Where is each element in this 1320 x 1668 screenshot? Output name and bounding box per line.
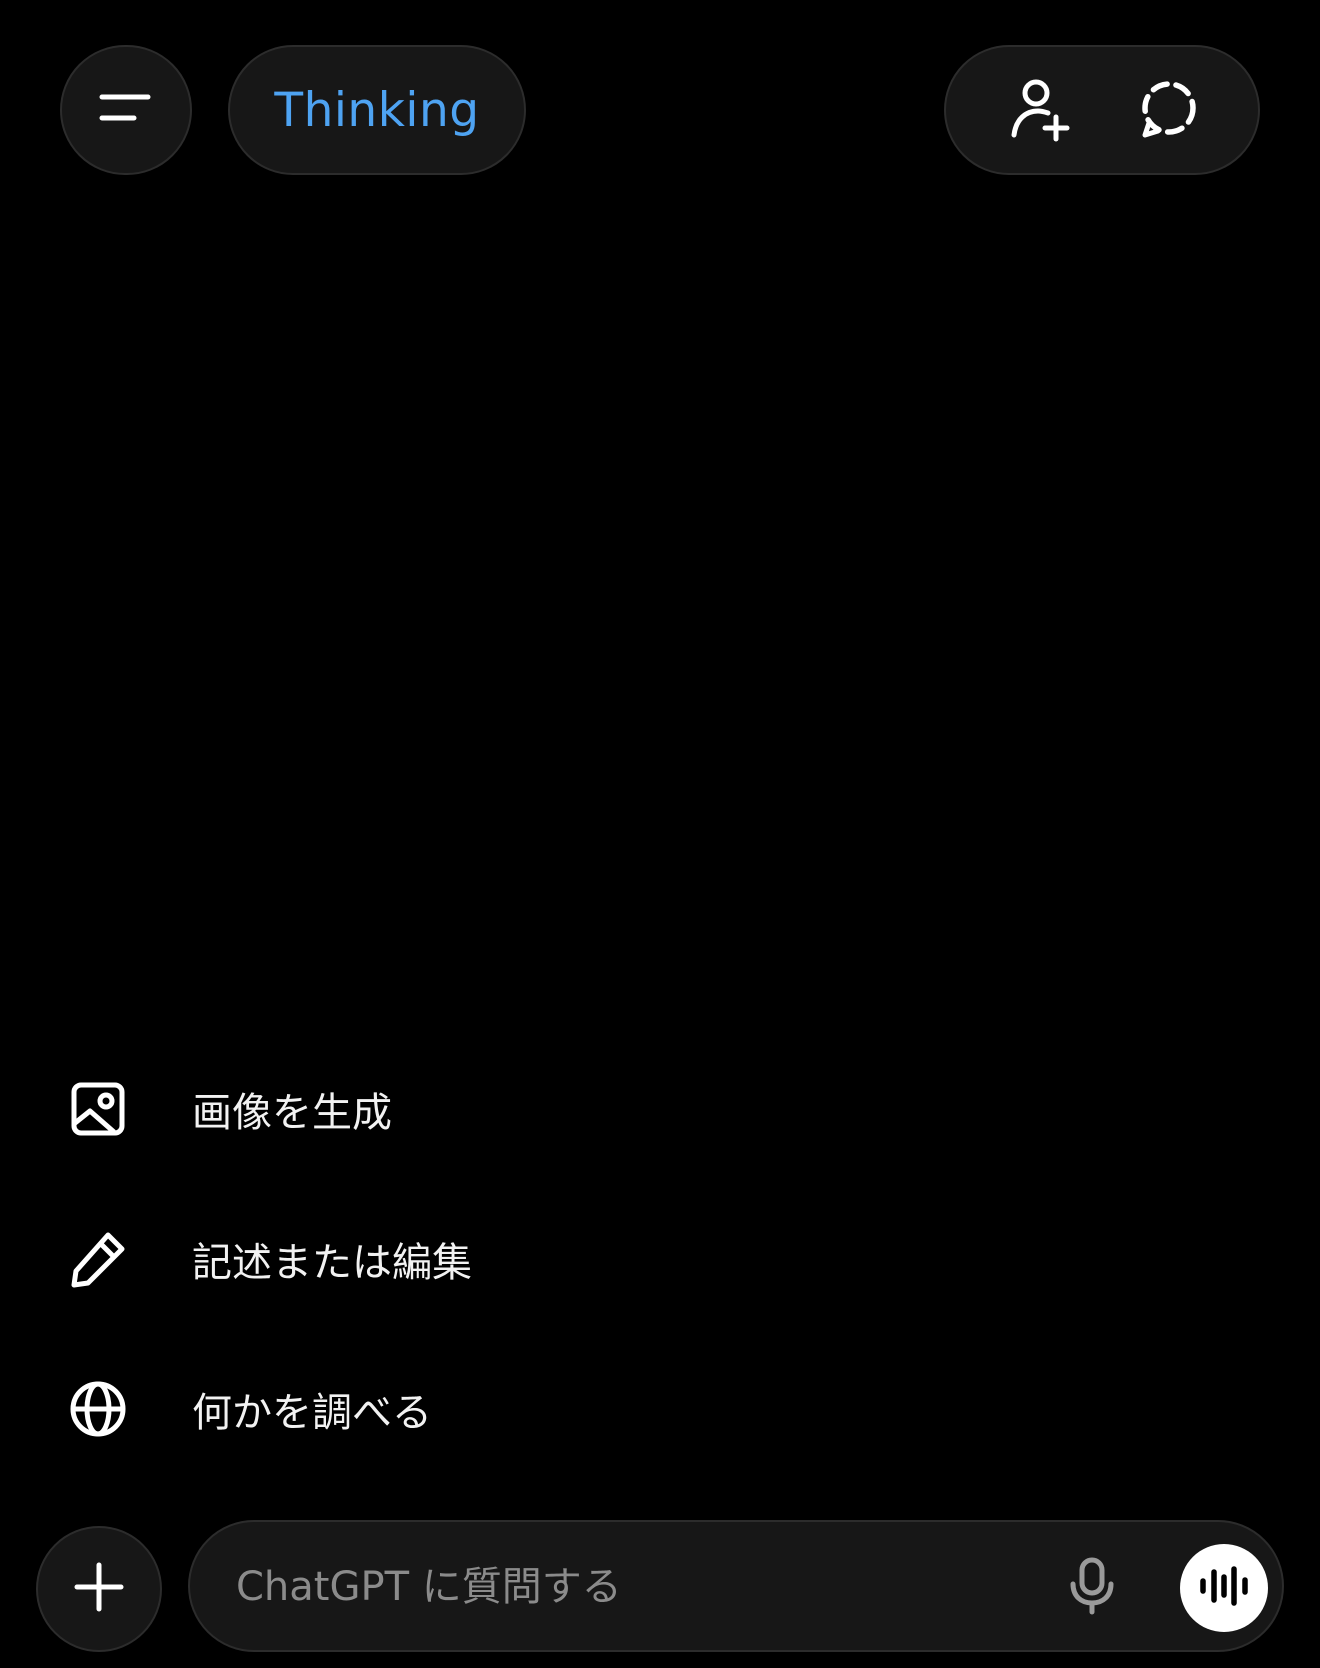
globe-icon (60, 1371, 136, 1447)
menu-icon (98, 88, 154, 132)
image-icon (60, 1071, 136, 1147)
pencil-icon (60, 1221, 136, 1297)
plus-icon (73, 1561, 125, 1617)
menu-button[interactable] (60, 45, 192, 175)
header-actions (944, 45, 1260, 175)
microphone-icon (1068, 1557, 1116, 1619)
model-label: Thinking (274, 82, 480, 138)
suggestion-write-or-edit[interactable]: 記述または編集 (60, 1214, 472, 1304)
message-input[interactable] (236, 1552, 1016, 1622)
suggestion-label: 何かを調べる (192, 1390, 432, 1436)
voice-mode-button[interactable] (1180, 1544, 1268, 1632)
dictation-button[interactable] (1052, 1548, 1132, 1628)
temporary-chat-icon (1136, 77, 1202, 147)
suggestion-research[interactable]: 何かを調べる (60, 1364, 432, 1454)
suggestion-label: 記述または編集 (192, 1240, 472, 1286)
suggestion-label: 画像を生成 (192, 1090, 392, 1136)
composer (188, 1520, 1284, 1652)
add-person-icon (1006, 77, 1072, 147)
add-people-button[interactable] (994, 67, 1084, 157)
voice-mode-icon (1197, 1566, 1251, 1610)
model-selector-button[interactable]: Thinking (228, 45, 526, 175)
temporary-chat-button[interactable] (1124, 67, 1214, 157)
attach-button[interactable] (36, 1526, 162, 1652)
suggestion-create-image[interactable]: 画像を生成 (60, 1064, 392, 1154)
